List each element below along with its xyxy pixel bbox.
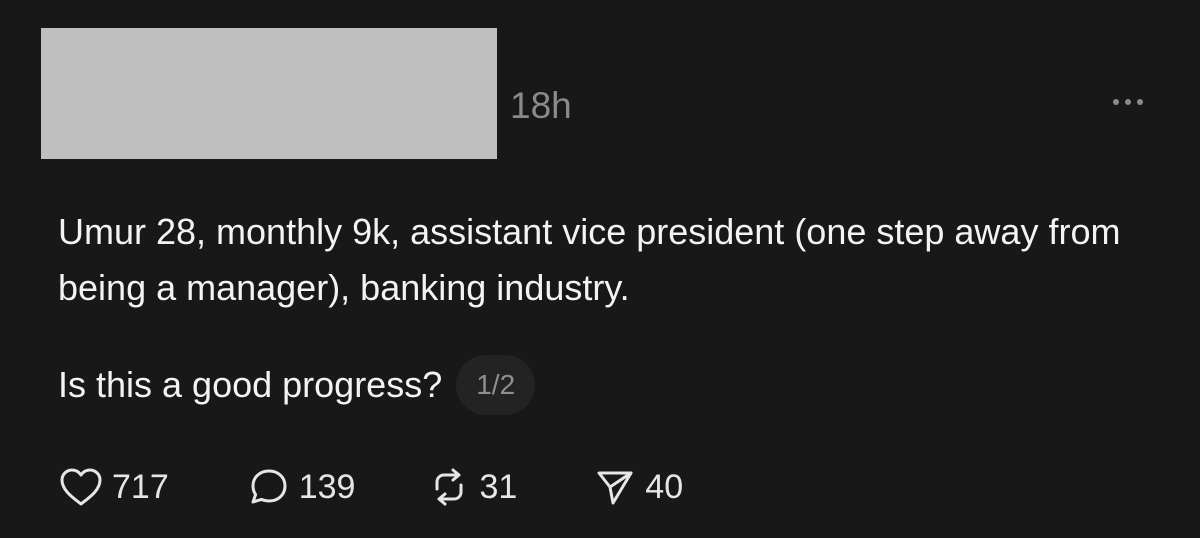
redacted-author-block (41, 28, 497, 159)
speech-bubble-icon (251, 469, 287, 504)
repost-icon (435, 468, 463, 506)
post-timestamp[interactable]: 18h (510, 86, 572, 126)
reply-button[interactable]: 139 (247, 465, 356, 509)
more-horizontal-icon (1113, 99, 1119, 105)
more-horizontal-icon (1125, 99, 1131, 105)
share-count: 40 (645, 467, 684, 506)
thread-post: 18h Umur 28, monthly 9k, assistant vice … (0, 0, 1200, 538)
send-icon (597, 471, 633, 505)
more-options-button[interactable] (1100, 86, 1156, 118)
repost-count: 31 (479, 467, 518, 506)
post-question-row: Is this a good progress? 1/2 (58, 355, 536, 415)
share-button[interactable]: 40 (593, 465, 683, 509)
page-counter-badge[interactable]: 1/2 (456, 355, 536, 415)
repost-button[interactable]: 31 (427, 465, 517, 509)
heart-icon (60, 468, 102, 506)
more-horizontal-icon (1137, 99, 1143, 105)
like-count: 717 (112, 467, 169, 506)
like-button[interactable]: 717 (58, 467, 169, 507)
post-body-text: Umur 28, monthly 9k, assistant vice pres… (58, 211, 1121, 308)
post-question-text: Is this a good progress? (58, 364, 443, 405)
reply-count: 139 (298, 467, 356, 506)
post-actions-bar: 717 139 31 40 (58, 462, 683, 512)
